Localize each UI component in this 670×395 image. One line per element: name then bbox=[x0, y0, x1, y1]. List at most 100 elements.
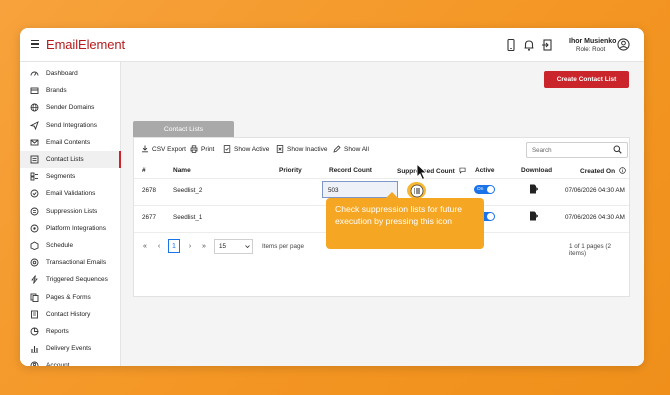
chevron-down-icon bbox=[245, 245, 250, 249]
sidebar-item-email-validations[interactable]: Email Validations bbox=[20, 185, 121, 202]
next-page-button[interactable]: › bbox=[184, 239, 196, 253]
search-icon[interactable] bbox=[613, 145, 622, 154]
app-logo[interactable]: EmailElement bbox=[46, 37, 125, 52]
sidebar-item-label: Transactional Emails bbox=[46, 259, 107, 267]
items-per-page-label: Items per page bbox=[262, 243, 305, 250]
sidebar-item-label: Pages & Forms bbox=[46, 293, 91, 301]
show-active-button[interactable]: Show Active bbox=[223, 145, 269, 153]
sidebar-item-reports[interactable]: Reports bbox=[20, 323, 121, 340]
sidebar-item-email-contents[interactable]: Email Contents bbox=[20, 134, 121, 151]
row-1-created-on: 07/06/2026 04:30 AM bbox=[565, 187, 625, 194]
show-all-label: Show All bbox=[344, 145, 369, 153]
avatar-icon[interactable] bbox=[617, 38, 630, 51]
print-button[interactable]: Print bbox=[190, 145, 214, 153]
sidebar-item-schedule[interactable]: Schedule bbox=[20, 237, 121, 254]
pie-icon bbox=[30, 327, 39, 336]
column-header-download: Download bbox=[521, 167, 553, 174]
column-header-name[interactable]: Name bbox=[173, 167, 191, 174]
sidebar-item-transactional-emails[interactable]: Transactional Emails bbox=[20, 254, 121, 271]
column-header-record-count[interactable]: Record Count bbox=[329, 167, 372, 174]
column-header-suppressed-count[interactable]: Suppressed Count bbox=[397, 167, 466, 175]
sidebar-item-segments[interactable]: Segments bbox=[20, 168, 121, 185]
sidebar-item-label: Email Validations bbox=[46, 190, 96, 198]
sidebar-item-label: Dashboard bbox=[46, 70, 78, 77]
sidebar-item-platform-integrations[interactable]: Platform Integrations bbox=[20, 220, 121, 237]
mouse-pointer-icon bbox=[416, 163, 428, 181]
sidebar-item-send-integrations[interactable]: Send Integrations bbox=[20, 117, 121, 134]
bolt-icon bbox=[31, 275, 38, 285]
show-inactive-button[interactable]: Show Inactive bbox=[276, 145, 327, 153]
sidebar-item-label: Delivery Events bbox=[46, 345, 92, 353]
sidebar-item-account[interactable]: Account bbox=[20, 357, 121, 366]
last-page-button[interactable]: » bbox=[198, 239, 210, 253]
logout-icon[interactable] bbox=[540, 38, 554, 52]
sidebar-item-suppression-lists[interactable]: Suppression Lists bbox=[20, 203, 121, 220]
pages-icon bbox=[30, 293, 39, 302]
pages-info: 1 of 1 pages (2 items) bbox=[569, 243, 612, 257]
list-icon bbox=[30, 155, 39, 164]
first-page-button[interactable]: « bbox=[139, 239, 151, 253]
onboarding-tooltip: Check suppression lists for future execu… bbox=[326, 192, 484, 249]
sidebar-item-contact-lists[interactable]: Contact Lists bbox=[20, 151, 121, 168]
row-1-name[interactable]: Seedlist_2 bbox=[173, 187, 202, 194]
sidebar-item-sender-domains[interactable]: Sender Domains bbox=[20, 99, 121, 116]
sidebar-item-label: Suppression Lists bbox=[46, 207, 98, 215]
show-all-button[interactable]: Show All bbox=[333, 145, 369, 153]
row-1-download-icon[interactable] bbox=[529, 184, 538, 194]
current-page-button[interactable]: 1 bbox=[168, 239, 180, 253]
create-contact-list-button[interactable]: Create Contact List bbox=[544, 71, 629, 88]
file-x-icon bbox=[276, 145, 284, 153]
sidebar-item-label: Send Integrations bbox=[46, 121, 97, 129]
dashboard-icon bbox=[30, 71, 39, 76]
top-bar: EmailElement Ihor Musienko Role: Root bbox=[20, 28, 644, 62]
user-name: Ihor Musienko bbox=[569, 38, 617, 45]
sidebar-item-label: Segments bbox=[46, 173, 76, 181]
user-role: Role: Root bbox=[576, 46, 606, 53]
at-icon bbox=[30, 258, 39, 267]
printer-icon bbox=[190, 145, 198, 153]
column-header-priority[interactable]: Priority bbox=[279, 167, 302, 174]
sidebar-item-label: Account bbox=[46, 362, 70, 366]
hamburger-menu-icon[interactable] bbox=[31, 40, 39, 49]
sidebar-item-label: Brands bbox=[46, 87, 67, 95]
suppression-icon bbox=[30, 207, 39, 216]
column-header-active: Active bbox=[475, 167, 495, 174]
sidebar-item-label: Schedule bbox=[46, 242, 74, 249]
sidebar-item-label: Contact Lists bbox=[46, 156, 84, 163]
mobile-icon[interactable] bbox=[504, 38, 518, 52]
puzzle-icon bbox=[30, 224, 39, 233]
row-1-active-toggle[interactable]: On bbox=[474, 185, 495, 194]
sidebar-item-brands[interactable]: Brands bbox=[20, 82, 121, 99]
sidebar-item-dashboard[interactable]: Dashboard bbox=[20, 65, 121, 82]
sidebar-item-label: Sender Domains bbox=[46, 104, 95, 112]
history-icon bbox=[31, 310, 38, 319]
tab-contact-lists[interactable]: Contact Lists bbox=[133, 121, 234, 137]
sidebar-item-pages-forms[interactable]: Pages & Forms bbox=[20, 289, 121, 306]
show-inactive-label: Show Inactive bbox=[287, 145, 328, 153]
sidebar-item-label: Reports bbox=[46, 328, 69, 335]
download-icon bbox=[142, 145, 148, 153]
row-2-name[interactable]: Seedlist_1 bbox=[173, 214, 202, 221]
bell-icon[interactable] bbox=[522, 38, 536, 52]
info-icon bbox=[619, 167, 626, 174]
csv-export-button[interactable]: CSV Export bbox=[141, 145, 186, 153]
created-on-label: Created On bbox=[580, 168, 616, 175]
row-2-download-icon[interactable] bbox=[529, 211, 538, 221]
prev-page-button[interactable]: ‹ bbox=[153, 239, 165, 253]
sidebar-item-delivery-events[interactable]: Delivery Events bbox=[20, 340, 121, 357]
sidebar-item-contact-history[interactable]: Contact History bbox=[20, 306, 121, 323]
account-icon bbox=[30, 361, 39, 366]
row-1-id: 2678 bbox=[142, 187, 157, 194]
suppression-list-icon[interactable] bbox=[410, 184, 424, 198]
bars-icon bbox=[31, 346, 38, 353]
sidebar-item-label: Email Contents bbox=[46, 138, 91, 146]
print-label: Print bbox=[201, 145, 215, 153]
globe-icon bbox=[30, 103, 39, 112]
column-header-created-on[interactable]: Created On bbox=[580, 167, 626, 175]
show-active-label: Show Active bbox=[234, 145, 270, 153]
sidebar-item-triggered-sequences[interactable]: Triggered Sequences bbox=[20, 271, 121, 288]
edit-icon bbox=[333, 145, 341, 153]
row-2-created-on: 07/06/2026 04:30 AM bbox=[565, 214, 625, 221]
sidebar-item-label: Triggered Sequences bbox=[46, 276, 108, 284]
sidebar: Dashboard Brands Sender Domains Send Integr… bbox=[20, 62, 121, 366]
